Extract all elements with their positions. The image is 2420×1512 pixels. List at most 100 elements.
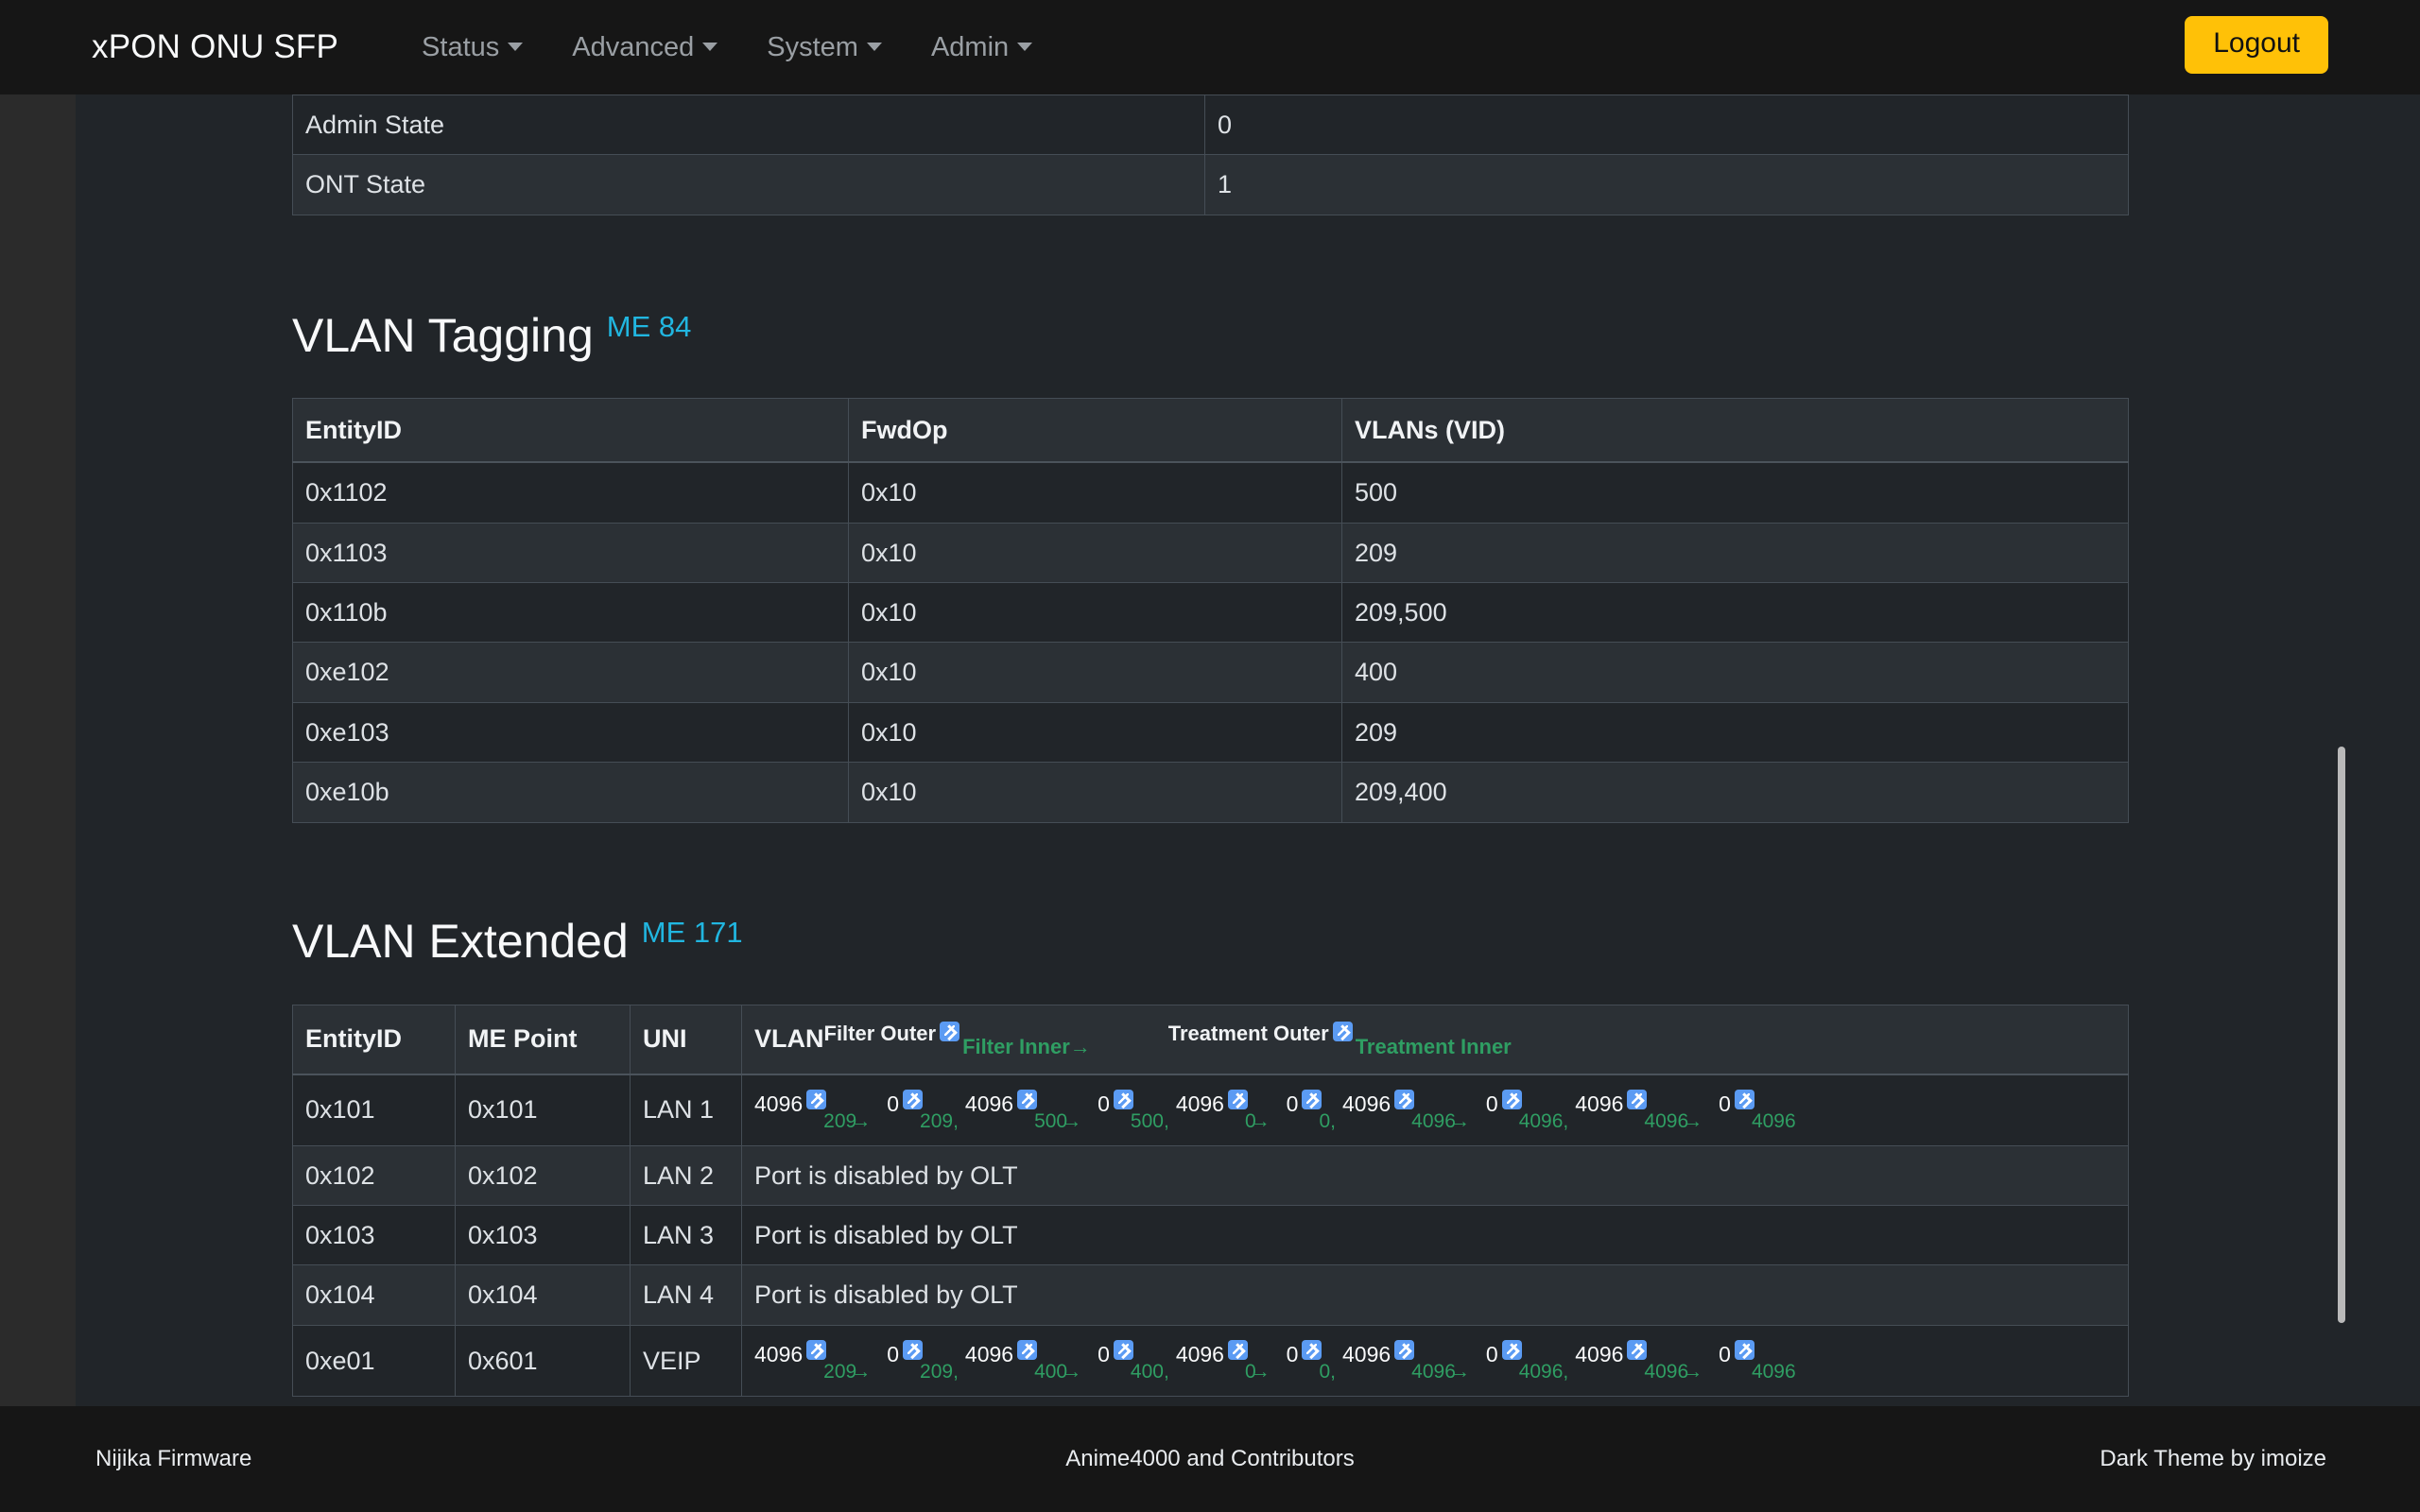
vlan-tagging-table-head: EntityID FwdOp VLANs (VID) bbox=[293, 398, 2129, 462]
cell-me-point: 0x601 bbox=[456, 1325, 631, 1396]
nav-item-system-label: System bbox=[767, 32, 858, 63]
table-row: Admin State 0 bbox=[293, 95, 2129, 155]
treatment-outer-value: 0 bbox=[1287, 1342, 1299, 1366]
down-right-arrow-icon bbox=[1333, 1022, 1353, 1041]
footer: Nijika Firmware Anime4000 and Contributo… bbox=[0, 1406, 2420, 1512]
group-separator: , bbox=[1330, 1110, 1336, 1132]
cell-vlans: 400 bbox=[1342, 643, 2129, 702]
filter-inner-value: 4096 bbox=[1411, 1110, 1456, 1132]
vlan-tagging-title: VLAN Tagging bbox=[292, 309, 594, 362]
filter-pair: 4096209→ bbox=[754, 1340, 871, 1382]
vlan-label: VLAN bbox=[754, 1024, 824, 1053]
down-right-arrow-icon bbox=[940, 1022, 959, 1041]
state-row-name: ONT State bbox=[293, 155, 1205, 215]
vlan-mapping-group: 4096400→0400, bbox=[965, 1340, 1169, 1382]
mapping-arrow-icon: → bbox=[1251, 1110, 1270, 1132]
nav-item-admin[interactable]: Admin bbox=[907, 32, 1057, 63]
down-right-arrow-icon bbox=[1228, 1090, 1248, 1109]
cell-vlans: 500 bbox=[1342, 462, 2129, 523]
filter-outer-value: 4096 bbox=[1342, 1091, 1391, 1116]
filter-outer-value: 4096 bbox=[754, 1091, 803, 1116]
logout-button[interactable]: Logout bbox=[2185, 16, 2328, 74]
cell-vlans: 209,500 bbox=[1342, 582, 2129, 642]
treatment-pair: 0 4096 bbox=[1486, 1340, 1564, 1382]
cell-fwdop: 0x10 bbox=[849, 763, 1342, 822]
treatment-inner-value: 4096 bbox=[1519, 1361, 1564, 1383]
treatment-inner-value: 4096 bbox=[1752, 1361, 1796, 1383]
table-row: ONT State 1 bbox=[293, 155, 2129, 215]
treatment-outer-value: 0 bbox=[1098, 1091, 1110, 1116]
footer-right-text: Dark Theme by imoize bbox=[2100, 1446, 2326, 1472]
table-row: 0x11030x10209 bbox=[293, 523, 2129, 582]
col-header-fwdop: FwdOp bbox=[849, 398, 1342, 462]
group-separator: , bbox=[953, 1361, 959, 1383]
down-right-arrow-icon bbox=[1228, 1340, 1248, 1360]
cell-entityid: 0x110b bbox=[293, 582, 849, 642]
filter-pair: 40964096→ bbox=[1575, 1340, 1703, 1382]
port-disabled-text: Port is disabled by OLT bbox=[754, 1161, 1018, 1190]
filter-outer-label: Filter Outer bbox=[824, 1022, 937, 1045]
main-content: Admin State 0 ONT State 1 VLAN Tagging ME… bbox=[292, 94, 2128, 1397]
down-right-arrow-icon bbox=[1017, 1090, 1037, 1109]
cell-fwdop: 0x10 bbox=[849, 582, 1342, 642]
filter-pair: 4096209→ bbox=[754, 1090, 871, 1131]
filter-outer-value: 4096 bbox=[1575, 1091, 1623, 1116]
port-disabled-text: Port is disabled by OLT bbox=[754, 1280, 1018, 1309]
cell-vlans: 209 bbox=[1342, 523, 2129, 582]
vlan-extended-me-badge: ME 171 bbox=[642, 916, 743, 949]
down-right-arrow-icon bbox=[806, 1090, 826, 1109]
mapping-arrow-icon: → bbox=[1450, 1361, 1470, 1383]
group-separator: , bbox=[1563, 1361, 1568, 1383]
cell-uni: LAN 4 bbox=[631, 1265, 742, 1325]
treatment-inner-value: 4096 bbox=[1519, 1110, 1564, 1132]
treatment-pair: 04096 bbox=[1486, 1090, 1564, 1131]
nav-item-admin-label: Admin bbox=[931, 32, 1009, 63]
nav-item-advanced[interactable]: Advanced bbox=[547, 32, 742, 63]
filter-pair: 4096400→ bbox=[965, 1340, 1081, 1382]
brand-title[interactable]: xPON ONU SFP bbox=[92, 28, 338, 66]
treatment-outer-label: Treatment Outer bbox=[1168, 1022, 1329, 1045]
table-row: 0xe10b0x10209,400 bbox=[293, 763, 2129, 822]
navbar: xPON ONU SFP Status Advanced System Admi… bbox=[0, 0, 2420, 94]
nav-item-status[interactable]: Status bbox=[397, 32, 547, 63]
filter-outer-value: 4096 bbox=[965, 1342, 1013, 1366]
table-header-row: EntityID FwdOp VLANs (VID) bbox=[293, 398, 2129, 462]
treatment-outer-value: 0 bbox=[1098, 1342, 1110, 1366]
filter-pair: 40960→ bbox=[1176, 1340, 1270, 1382]
mapping-arrow-icon: → bbox=[851, 1361, 871, 1383]
vlan-mapping-group: 40964096→04096, bbox=[1342, 1090, 1568, 1131]
chevron-down-icon bbox=[1017, 43, 1032, 51]
cell-entityid: 0x1103 bbox=[293, 523, 849, 582]
treatment-outer-value: 0 bbox=[1486, 1342, 1498, 1366]
treatment-inner-value: 0 bbox=[1319, 1110, 1330, 1132]
scrollbar-thumb[interactable] bbox=[2338, 747, 2345, 1323]
down-right-arrow-icon bbox=[1502, 1340, 1522, 1360]
mapping-arrow-icon: → bbox=[1251, 1361, 1270, 1383]
filter-outer-value: 4096 bbox=[1176, 1342, 1224, 1366]
filter-inner-label: Filter Inner bbox=[962, 1035, 1070, 1058]
treatment-outer-value: 0 bbox=[1287, 1091, 1299, 1116]
treatment-pair: 04096 bbox=[1719, 1340, 1796, 1382]
vlan-mapping-group: 4096209→0209, bbox=[754, 1090, 959, 1131]
cell-entityid: 0xe103 bbox=[293, 702, 849, 762]
nav-item-system[interactable]: System bbox=[742, 32, 907, 63]
treatment-pair: 00 bbox=[1287, 1340, 1330, 1382]
down-right-arrow-icon bbox=[903, 1090, 923, 1109]
down-right-arrow-icon bbox=[1394, 1340, 1414, 1360]
col-header-mepoint: ME Point bbox=[456, 1005, 631, 1074]
table-row: 0x11020x10500 bbox=[293, 462, 2129, 523]
chevron-down-icon bbox=[508, 43, 523, 51]
vlan-extended-table: EntityID ME Point UNI VLANFilter OuterFi… bbox=[292, 1005, 2129, 1397]
cell-fwdop: 0x10 bbox=[849, 643, 1342, 702]
filter-outer-value: 4096 bbox=[965, 1091, 1013, 1116]
vlan-mapping-group: 40964096→ 04096 bbox=[1575, 1340, 1795, 1382]
down-right-arrow-icon bbox=[1502, 1090, 1522, 1109]
cell-uni: LAN 3 bbox=[631, 1206, 742, 1265]
cell-me-point: 0x102 bbox=[456, 1145, 631, 1205]
cell-vlan-mapping: 4096209→0209,4096500→0500,40960→00,40964… bbox=[742, 1074, 2129, 1146]
cell-entityid: 0xe102 bbox=[293, 643, 849, 702]
cell-fwdop: 0x10 bbox=[849, 523, 1342, 582]
group-separator: , bbox=[1330, 1361, 1336, 1383]
treatment-pair: 0209 bbox=[887, 1090, 953, 1131]
table-row: 0x1020x102LAN 2Port is disabled by OLT bbox=[293, 1145, 2129, 1205]
